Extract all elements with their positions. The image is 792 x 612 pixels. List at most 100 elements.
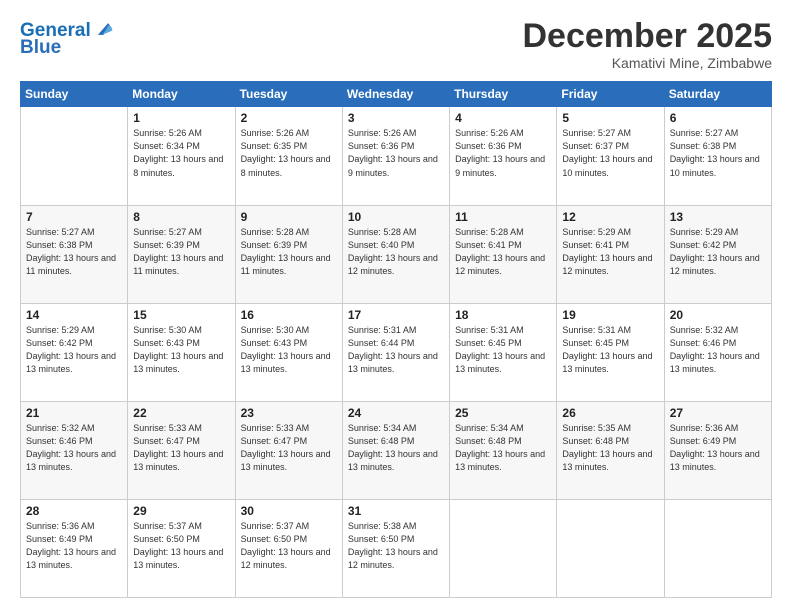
sunset-text: Sunset: 6:39 PM: [133, 239, 229, 252]
table-row: 17 Sunrise: 5:31 AM Sunset: 6:44 PM Dayl…: [342, 303, 449, 401]
sunset-text: Sunset: 6:48 PM: [348, 435, 444, 448]
sunrise-text: Sunrise: 5:28 AM: [348, 226, 444, 239]
sunset-text: Sunset: 6:45 PM: [562, 337, 658, 350]
daylight-text: Daylight: 13 hours and 13 minutes.: [26, 546, 122, 572]
sunrise-text: Sunrise: 5:37 AM: [133, 520, 229, 533]
table-row: 7 Sunrise: 5:27 AM Sunset: 6:38 PM Dayli…: [21, 205, 128, 303]
table-row: 23 Sunrise: 5:33 AM Sunset: 6:47 PM Dayl…: [235, 401, 342, 499]
cell-info: Sunrise: 5:27 AM Sunset: 6:38 PM Dayligh…: [670, 127, 766, 179]
location: Kamativi Mine, Zimbabwe: [522, 55, 772, 71]
sunrise-text: Sunrise: 5:26 AM: [348, 127, 444, 140]
table-row: 22 Sunrise: 5:33 AM Sunset: 6:47 PM Dayl…: [128, 401, 235, 499]
sunrise-text: Sunrise: 5:34 AM: [455, 422, 551, 435]
cell-info: Sunrise: 5:26 AM Sunset: 6:36 PM Dayligh…: [455, 127, 551, 179]
cell-info: Sunrise: 5:34 AM Sunset: 6:48 PM Dayligh…: [348, 422, 444, 474]
day-number: 14: [26, 308, 122, 322]
sunrise-text: Sunrise: 5:27 AM: [26, 226, 122, 239]
cell-info: Sunrise: 5:31 AM Sunset: 6:45 PM Dayligh…: [455, 324, 551, 376]
daylight-text: Daylight: 13 hours and 11 minutes.: [26, 252, 122, 278]
sunrise-text: Sunrise: 5:33 AM: [133, 422, 229, 435]
sunrise-text: Sunrise: 5:37 AM: [241, 520, 337, 533]
cell-info: Sunrise: 5:29 AM Sunset: 6:42 PM Dayligh…: [26, 324, 122, 376]
table-row: [664, 499, 771, 597]
cell-info: Sunrise: 5:30 AM Sunset: 6:43 PM Dayligh…: [241, 324, 337, 376]
cell-info: Sunrise: 5:31 AM Sunset: 6:45 PM Dayligh…: [562, 324, 658, 376]
header-thursday: Thursday: [450, 82, 557, 107]
cell-info: Sunrise: 5:36 AM Sunset: 6:49 PM Dayligh…: [670, 422, 766, 474]
day-number: 22: [133, 406, 229, 420]
sunrise-text: Sunrise: 5:28 AM: [455, 226, 551, 239]
day-number: 2: [241, 111, 337, 125]
sunrise-text: Sunrise: 5:29 AM: [562, 226, 658, 239]
sunrise-text: Sunrise: 5:36 AM: [26, 520, 122, 533]
cell-info: Sunrise: 5:35 AM Sunset: 6:48 PM Dayligh…: [562, 422, 658, 474]
day-number: 4: [455, 111, 551, 125]
sunset-text: Sunset: 6:47 PM: [133, 435, 229, 448]
cell-info: Sunrise: 5:29 AM Sunset: 6:42 PM Dayligh…: [670, 226, 766, 278]
sunrise-text: Sunrise: 5:31 AM: [562, 324, 658, 337]
sunrise-text: Sunrise: 5:29 AM: [26, 324, 122, 337]
table-row: 5 Sunrise: 5:27 AM Sunset: 6:37 PM Dayli…: [557, 107, 664, 205]
day-number: 20: [670, 308, 766, 322]
day-number: 5: [562, 111, 658, 125]
header-saturday: Saturday: [664, 82, 771, 107]
header-sunday: Sunday: [21, 82, 128, 107]
calendar-week-row: 7 Sunrise: 5:27 AM Sunset: 6:38 PM Dayli…: [21, 205, 772, 303]
sunset-text: Sunset: 6:43 PM: [241, 337, 337, 350]
daylight-text: Daylight: 13 hours and 13 minutes.: [348, 448, 444, 474]
cell-info: Sunrise: 5:34 AM Sunset: 6:48 PM Dayligh…: [455, 422, 551, 474]
sunset-text: Sunset: 6:46 PM: [670, 337, 766, 350]
sunrise-text: Sunrise: 5:34 AM: [348, 422, 444, 435]
sunset-text: Sunset: 6:34 PM: [133, 140, 229, 153]
daylight-text: Daylight: 13 hours and 13 minutes.: [26, 448, 122, 474]
daylight-text: Daylight: 13 hours and 13 minutes.: [241, 448, 337, 474]
table-row: 11 Sunrise: 5:28 AM Sunset: 6:41 PM Dayl…: [450, 205, 557, 303]
logo-text-blue: Blue: [20, 38, 61, 57]
month-title: December 2025: [522, 18, 772, 55]
daylight-text: Daylight: 13 hours and 13 minutes.: [670, 448, 766, 474]
sunrise-text: Sunrise: 5:29 AM: [670, 226, 766, 239]
table-row: 31 Sunrise: 5:38 AM Sunset: 6:50 PM Dayl…: [342, 499, 449, 597]
table-row: 15 Sunrise: 5:30 AM Sunset: 6:43 PM Dayl…: [128, 303, 235, 401]
daylight-text: Daylight: 13 hours and 13 minutes.: [26, 350, 122, 376]
table-row: 3 Sunrise: 5:26 AM Sunset: 6:36 PM Dayli…: [342, 107, 449, 205]
sunrise-text: Sunrise: 5:31 AM: [348, 324, 444, 337]
day-number: 19: [562, 308, 658, 322]
sunset-text: Sunset: 6:43 PM: [133, 337, 229, 350]
cell-info: Sunrise: 5:32 AM Sunset: 6:46 PM Dayligh…: [670, 324, 766, 376]
daylight-text: Daylight: 13 hours and 9 minutes.: [455, 153, 551, 179]
sunset-text: Sunset: 6:37 PM: [562, 140, 658, 153]
cell-info: Sunrise: 5:32 AM Sunset: 6:46 PM Dayligh…: [26, 422, 122, 474]
sunset-text: Sunset: 6:41 PM: [455, 239, 551, 252]
day-number: 23: [241, 406, 337, 420]
day-number: 15: [133, 308, 229, 322]
sunset-text: Sunset: 6:48 PM: [455, 435, 551, 448]
day-number: 9: [241, 210, 337, 224]
day-number: 6: [670, 111, 766, 125]
cell-info: Sunrise: 5:36 AM Sunset: 6:49 PM Dayligh…: [26, 520, 122, 572]
cell-info: Sunrise: 5:37 AM Sunset: 6:50 PM Dayligh…: [133, 520, 229, 572]
sunset-text: Sunset: 6:46 PM: [26, 435, 122, 448]
day-number: 1: [133, 111, 229, 125]
daylight-text: Daylight: 13 hours and 12 minutes.: [670, 252, 766, 278]
table-row: 16 Sunrise: 5:30 AM Sunset: 6:43 PM Dayl…: [235, 303, 342, 401]
calendar-week-row: 28 Sunrise: 5:36 AM Sunset: 6:49 PM Dayl…: [21, 499, 772, 597]
daylight-text: Daylight: 13 hours and 9 minutes.: [348, 153, 444, 179]
sunrise-text: Sunrise: 5:27 AM: [670, 127, 766, 140]
header-monday: Monday: [128, 82, 235, 107]
daylight-text: Daylight: 13 hours and 11 minutes.: [241, 252, 337, 278]
table-row: 21 Sunrise: 5:32 AM Sunset: 6:46 PM Dayl…: [21, 401, 128, 499]
day-number: 27: [670, 406, 766, 420]
daylight-text: Daylight: 13 hours and 13 minutes.: [455, 350, 551, 376]
table-row: [450, 499, 557, 597]
sunset-text: Sunset: 6:41 PM: [562, 239, 658, 252]
sunrise-text: Sunrise: 5:26 AM: [241, 127, 337, 140]
sunrise-text: Sunrise: 5:35 AM: [562, 422, 658, 435]
sunrise-text: Sunrise: 5:30 AM: [133, 324, 229, 337]
sunset-text: Sunset: 6:36 PM: [348, 140, 444, 153]
table-row: 1 Sunrise: 5:26 AM Sunset: 6:34 PM Dayli…: [128, 107, 235, 205]
daylight-text: Daylight: 13 hours and 13 minutes.: [348, 350, 444, 376]
table-row: 18 Sunrise: 5:31 AM Sunset: 6:45 PM Dayl…: [450, 303, 557, 401]
sunset-text: Sunset: 6:50 PM: [348, 533, 444, 546]
daylight-text: Daylight: 13 hours and 13 minutes.: [133, 546, 229, 572]
